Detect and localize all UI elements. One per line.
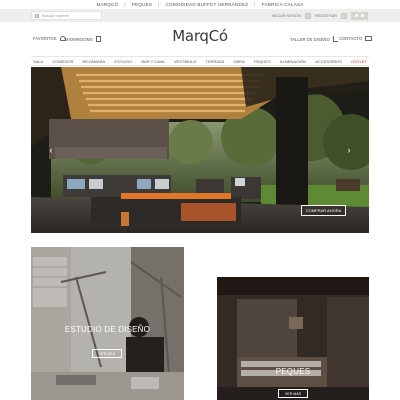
utility-bar: Buscar mueble INICIAR SESIÓN REGISTRAR	[0, 9, 400, 22]
nav-item-iluminacion[interactable]: ILUMINACIÓN	[280, 59, 306, 64]
register-link[interactable]: REGISTRAR	[315, 14, 337, 18]
store-icon	[95, 36, 101, 42]
nav-item-comedor[interactable]: COMEDOR	[52, 59, 73, 64]
top-links-bar: MARQCÓ | PEQUES | COMODIDAD BUFFET HERNÁ…	[0, 0, 400, 9]
nav-item-recamara[interactable]: RECÁMARA	[83, 59, 106, 64]
buy-now-button[interactable]: COMPRAR AHORA	[301, 205, 346, 216]
menu-icon	[361, 14, 364, 17]
search-placeholder: Buscar mueble	[42, 13, 69, 18]
separator: |	[158, 2, 160, 7]
brand-logo[interactable]: MarqCó	[170, 27, 230, 45]
page: MARQCÓ | PEQUES | COMODIDAD BUFFET HERNÁ…	[0, 0, 400, 400]
top-link-peques[interactable]: PEQUES	[132, 2, 152, 7]
card-estudio-title: ESTUDIO DE DISEÑO	[64, 325, 151, 334]
card-peques[interactable]: PEQUES VER MÁS	[217, 277, 369, 400]
contact-link[interactable]: CONTACTO	[339, 36, 373, 41]
cart-toggle[interactable]	[351, 11, 368, 20]
nav-item-peques[interactable]: PEQUES	[254, 59, 271, 64]
taller-label: TALLER DE DISEÑO	[290, 36, 330, 42]
favorites-link[interactable]: FAVORITOS	[33, 36, 66, 41]
search-input[interactable]: Buscar mueble	[31, 11, 102, 20]
user-icon[interactable]	[304, 12, 311, 19]
search-icon	[35, 13, 39, 18]
nav-item-terraza[interactable]: TERRAZA	[206, 59, 225, 64]
nav-item-bar-y-cava[interactable]: BAR Y CAVA	[141, 59, 164, 64]
top-link-marqco[interactable]: MARQCÓ	[96, 2, 118, 7]
hero-next-arrow[interactable]: ›	[345, 145, 353, 155]
card-peques-button[interactable]: VER MÁS	[278, 389, 308, 398]
card-peques-title: PEQUES	[275, 367, 311, 376]
contact-label: CONTACTO	[339, 36, 363, 41]
showroom-label: SHOWROOMS	[64, 36, 93, 42]
card-estudio-image	[31, 247, 184, 400]
favorites-label: FAVORITOS	[33, 36, 57, 41]
separator: |	[124, 2, 126, 7]
top-link-fabrica[interactable]: FÁBRICA CALASA	[262, 2, 304, 7]
main-nav: SALA COMEDOR RECÁMARA ESTUDIO BAR Y CAVA…	[31, 56, 369, 66]
top-link-comodidad[interactable]: COMODIDAD BUFFET HERNÁNDEZ	[166, 2, 249, 7]
nav-item-outlet[interactable]: OUTLET	[351, 59, 367, 64]
header: FAVORITOS SHOWROOMS MarqCó TALLER DE DIS…	[0, 22, 400, 56]
nav-item-vestibulo[interactable]: VESTÍBULO	[174, 59, 196, 64]
mail-icon	[365, 36, 373, 41]
nav-item-estudio[interactable]: ESTUDIO	[114, 59, 132, 64]
taller-link[interactable]: TALLER DE DISEÑO	[290, 36, 338, 42]
login-link[interactable]: INICIAR SESIÓN	[272, 14, 301, 18]
card-estudio-de-diseno[interactable]: ESTUDIO DE DISEÑO VER MÁS	[31, 247, 184, 400]
account-links: INICIAR SESIÓN REGISTRAR	[272, 11, 368, 20]
register-icon[interactable]	[341, 12, 347, 19]
nav-item-obra[interactable]: OBRA	[233, 59, 244, 64]
card-estudio-button[interactable]: VER MÁS	[92, 349, 122, 358]
chair-icon	[332, 36, 338, 42]
cart-icon	[355, 14, 358, 17]
separator: |	[254, 2, 256, 7]
hero-prev-arrow[interactable]: ‹	[47, 145, 55, 155]
hero-banner[interactable]: ‹ › COMPRAR AHORA	[31, 67, 369, 233]
card-peques-image	[217, 277, 369, 400]
nav-item-accesorios[interactable]: ACCESORIOS	[315, 59, 342, 64]
nav-item-sala[interactable]: SALA	[33, 59, 43, 64]
showroom-link[interactable]: SHOWROOMS	[64, 36, 101, 42]
